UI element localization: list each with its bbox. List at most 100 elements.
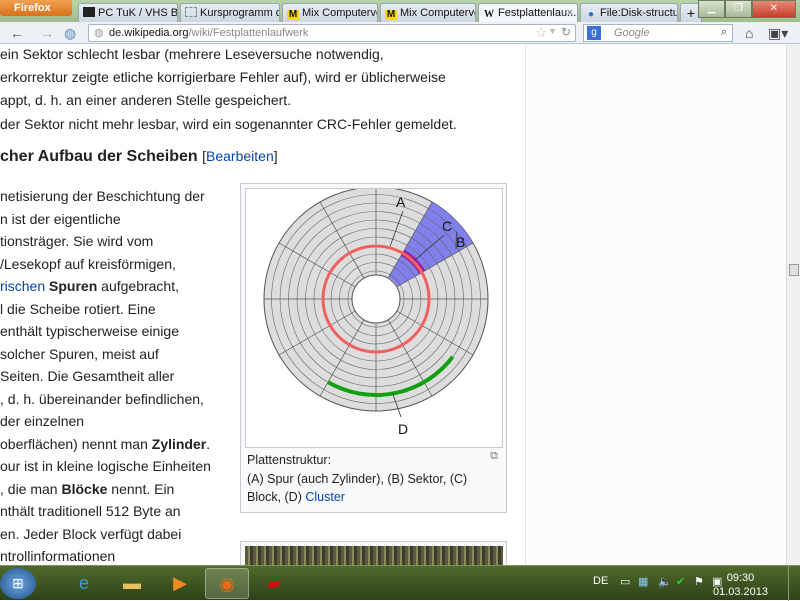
reload-icon[interactable]: ↻ bbox=[561, 25, 571, 39]
section-heading: cher Aufbau der Scheiben [Bearbeiten] bbox=[0, 148, 278, 166]
volume-icon[interactable]: 🔈 bbox=[658, 575, 672, 588]
action-center-flag-icon[interactable]: ⚑ bbox=[694, 575, 704, 588]
tab-festplattenlaufwerk[interactable]: WFestplattenlau...× bbox=[478, 3, 578, 22]
disk-diagram: ACBD bbox=[246, 189, 502, 447]
time: 09:30 bbox=[713, 571, 768, 585]
firefox-menu-button[interactable]: Firefox bbox=[0, 0, 72, 16]
m-logo-icon: M bbox=[385, 10, 397, 20]
text: enthält typischerweise einige bbox=[0, 323, 179, 339]
explorer-icon[interactable]: ▬ bbox=[110, 568, 154, 599]
text: , d. h. übereinander befindlichen, bbox=[0, 391, 204, 407]
caption-line: (A) Spur (auch Zylinder), (B) Sektor, (C… bbox=[247, 472, 467, 486]
site-identity-icon: ◍ bbox=[94, 26, 104, 39]
url-host: de. bbox=[109, 27, 124, 39]
vertical-scrollbar[interactable] bbox=[786, 44, 800, 565]
text-line: erkorrektur zeigte etliche korrigierbare… bbox=[0, 69, 446, 85]
text: aufgebracht, bbox=[97, 278, 179, 294]
media-player-icon[interactable]: ▶ bbox=[158, 568, 202, 599]
dropdown-icon[interactable]: ▼ bbox=[548, 26, 557, 36]
minimize-button[interactable]: ▁ bbox=[698, 0, 725, 18]
tab-file-disk-structure[interactable]: ●File:Disk-structur... bbox=[580, 3, 678, 22]
edit-section-link[interactable]: Bearbeiten bbox=[206, 148, 274, 164]
text: solcher Spuren, meist auf bbox=[0, 346, 159, 362]
security-icon[interactable]: ✔ bbox=[676, 575, 685, 588]
text: en. Jeder Block verfügt dabei bbox=[0, 526, 181, 542]
tab-label: Mix Computerver... bbox=[302, 7, 378, 19]
scrollbar-thumb[interactable] bbox=[789, 264, 799, 276]
text: netisierung der Beschichtung der bbox=[0, 188, 205, 204]
text: der einzelnen bbox=[0, 413, 84, 429]
search-icon[interactable]: ⌕ bbox=[721, 26, 727, 39]
caption-text: Block, (D) bbox=[247, 490, 305, 504]
tab-pc-tuk[interactable]: PC TuK / VHS BS ... bbox=[78, 3, 178, 22]
wikipedia-icon: W bbox=[483, 10, 495, 20]
caption-line: Block, (D) Cluster bbox=[247, 490, 345, 504]
second-figure bbox=[240, 541, 507, 565]
text: nthält traditionell 512 Byte an bbox=[0, 503, 181, 519]
url-domain: wikipedia.org bbox=[124, 27, 188, 39]
clock[interactable]: 09:3001.03.2013 bbox=[713, 571, 768, 599]
text-line: solcher Spuren, meist auf bbox=[0, 346, 159, 362]
article-link[interactable]: rischen bbox=[0, 278, 45, 294]
pdf-reader-icon[interactable]: ▰ bbox=[252, 568, 296, 599]
enlarge-icon[interactable]: ⧉ bbox=[490, 450, 498, 463]
text-line: netisierung der Beschichtung der bbox=[0, 188, 205, 204]
label-a: A bbox=[396, 194, 406, 210]
text-line: Seiten. Die Gesamtheit aller bbox=[0, 368, 174, 384]
close-tab-icon[interactable]: × bbox=[567, 7, 573, 19]
taskbar: ⊞ e ▬ ▶ ◉ ▰ DE ▭ ▦ 🔈 ✔ ⚑ ▣ 09:3001.03.20… bbox=[0, 565, 800, 600]
home-icon[interactable]: ⌂ bbox=[745, 25, 753, 41]
text-line: , d. h. übereinander befindlichen, bbox=[0, 391, 204, 407]
page-icon bbox=[185, 7, 197, 17]
text-line: our ist in kleine logische Einheiten bbox=[0, 458, 211, 474]
language-indicator[interactable]: DE bbox=[593, 575, 608, 587]
cluster-link[interactable]: Cluster bbox=[305, 490, 345, 504]
page-content: ein Sektor schlecht lesbar (mehrere Lese… bbox=[0, 44, 786, 565]
firefox-taskbar-icon[interactable]: ◉ bbox=[205, 568, 249, 599]
google-icon: g bbox=[587, 26, 601, 40]
text-line: en. Jeder Block verfügt dabei bbox=[0, 526, 181, 542]
search-input[interactable]: g Google ⌕ bbox=[583, 24, 733, 42]
text-line: ein Sektor schlecht lesbar (mehrere Lese… bbox=[0, 46, 384, 62]
show-desktop-button[interactable] bbox=[788, 566, 800, 601]
internet-explorer-icon[interactable]: e bbox=[62, 568, 106, 599]
network-icon[interactable]: ▦ bbox=[638, 575, 648, 588]
navigation-bar: ← → ◍ ◍ de.wikipedia.org/wiki/Festplatte… bbox=[0, 22, 800, 44]
text: Seiten. Die Gesamtheit aller bbox=[0, 368, 174, 384]
heading-text: cher Aufbau der Scheiben bbox=[0, 148, 198, 165]
bold-term: Zylinder bbox=[152, 436, 206, 452]
label-c: C bbox=[442, 218, 452, 234]
disk-structure-image[interactable]: ACBD bbox=[245, 188, 503, 448]
text: nennt. Ein bbox=[107, 481, 174, 497]
text-line: ntrollinformationen bbox=[0, 548, 115, 564]
text: l die Scheibe rotiert. Eine bbox=[0, 301, 156, 317]
tab-label: File:Disk-structur... bbox=[600, 7, 678, 19]
text-line: nthält traditionell 512 Byte an bbox=[0, 503, 181, 519]
battery-icon[interactable]: ▭ bbox=[620, 575, 630, 588]
forward-icon[interactable]: → bbox=[40, 25, 54, 41]
bookmarks-icon[interactable]: ▣▾ bbox=[768, 25, 788, 42]
spindle-hole bbox=[352, 275, 400, 323]
tab-mix-2[interactable]: MMix Computerver... bbox=[380, 3, 476, 22]
page-margin bbox=[525, 44, 786, 565]
url-bar[interactable]: ◍ de.wikipedia.org/wiki/Festplattenlaufw… bbox=[88, 24, 576, 42]
firefox-icon: ● bbox=[585, 10, 597, 20]
figure-thumbnail: ACBD ⧉ Plattenstruktur: (A) Spur (auch Z… bbox=[240, 183, 507, 513]
bookmark-star-icon[interactable]: ☆ bbox=[535, 25, 547, 41]
close-window-button[interactable]: ✕ bbox=[752, 0, 796, 18]
text-line: l die Scheibe rotiert. Eine bbox=[0, 301, 156, 317]
tab-label: Mix Computerver... bbox=[400, 7, 476, 19]
tab-kursprogramm[interactable]: Kursprogramm d... bbox=[180, 3, 280, 22]
bold-term: Spuren bbox=[49, 278, 97, 294]
text-line: appt, d. h. an einer anderen Stelle gesp… bbox=[0, 92, 291, 108]
tab-mix-1[interactable]: MMix Computerver... bbox=[282, 3, 378, 22]
tab-label: Kursprogramm d... bbox=[200, 7, 280, 19]
text: tionsträger. Sie wird vom bbox=[0, 233, 153, 249]
maximize-button[interactable]: ❐ bbox=[725, 0, 752, 18]
text: oberflächen) nennt man bbox=[0, 436, 152, 452]
figure-image[interactable] bbox=[245, 546, 503, 565]
url-path: /wiki/Festplattenlaufwerk bbox=[189, 27, 309, 39]
back-icon[interactable]: ← bbox=[10, 25, 24, 41]
start-button[interactable]: ⊞ bbox=[0, 568, 36, 599]
tab-bar: Firefox PC TuK / VHS BS ... Kursprogramm… bbox=[0, 0, 800, 22]
